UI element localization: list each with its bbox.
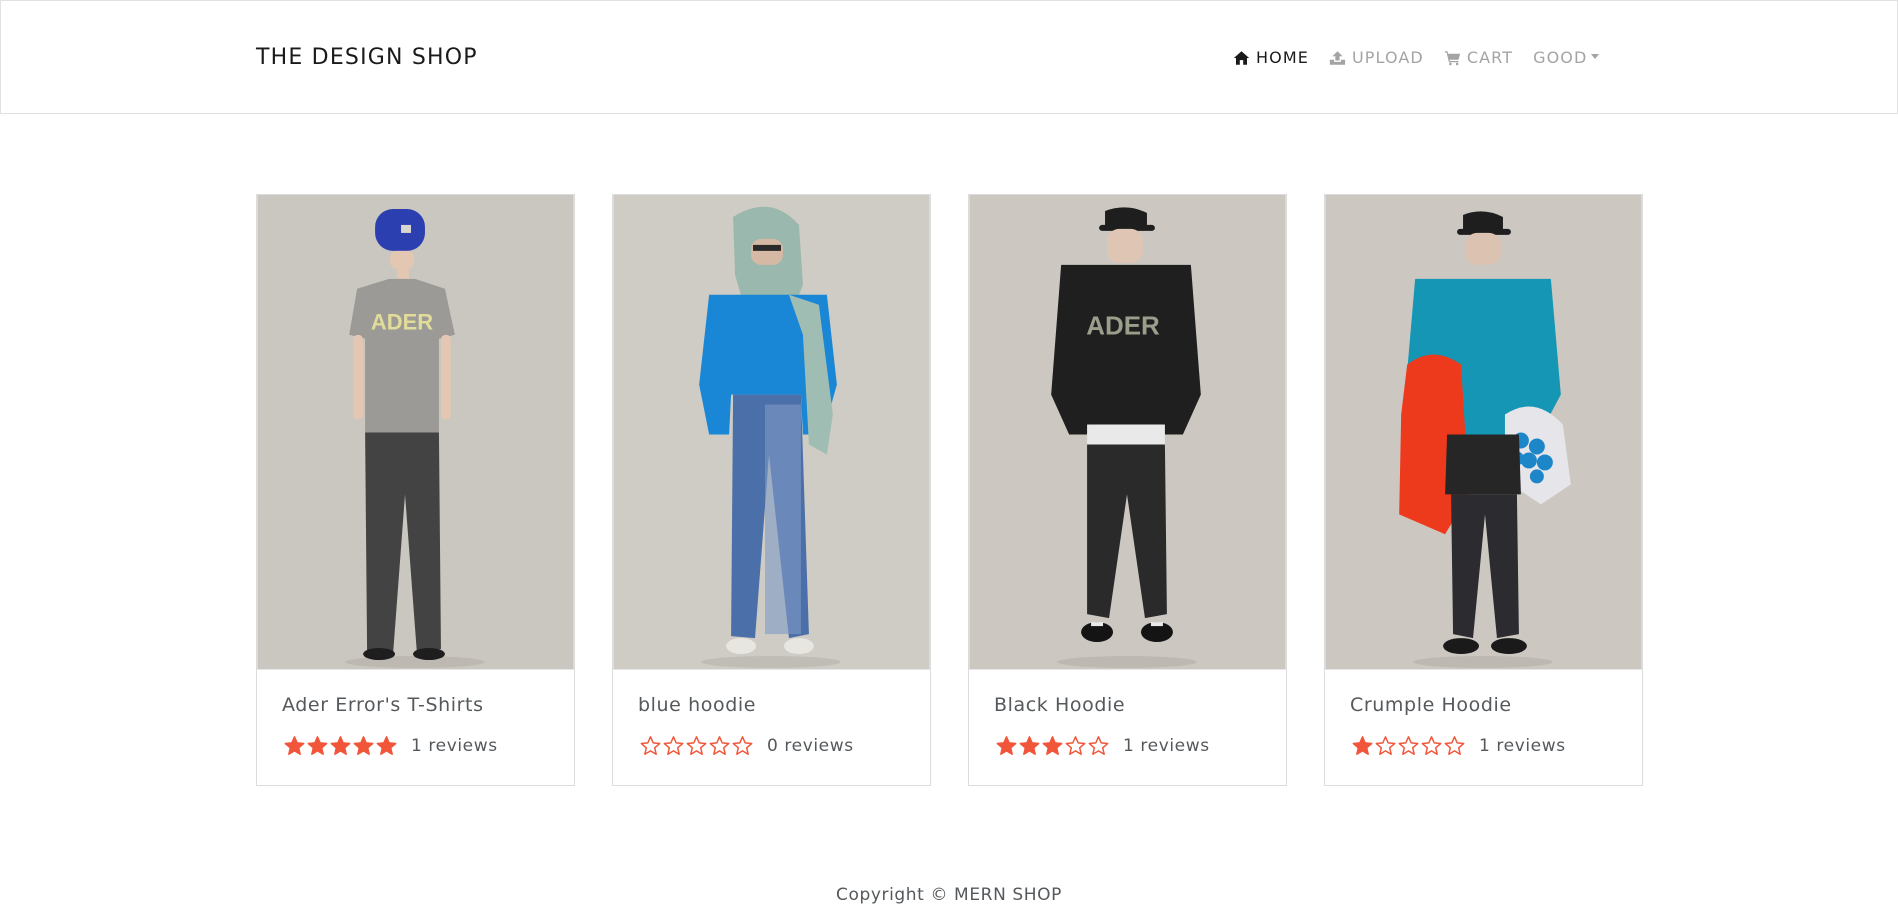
review-count: 1 reviews [1479,736,1566,756]
product-grid: ADER Ader Error's T-Shirts 1 reviews blu… [256,194,1643,786]
review-count: 0 reviews [767,736,854,756]
upload-icon [1329,50,1346,65]
star-empty-icon [1421,736,1442,755]
review-count: 1 reviews [1123,736,1210,756]
product-title-link[interactable]: blue hoodie [638,694,756,716]
home-icon [1233,50,1250,65]
star-filled-icon [353,736,374,755]
product-image-crumple-hoodie[interactable] [1325,195,1642,670]
star-rating [283,735,398,757]
caret-down-icon [1591,53,1600,59]
star-empty-icon [709,736,730,755]
star-empty-icon [686,736,707,755]
user-dropdown-label: GOOD [1533,48,1588,67]
product-image-tshirt[interactable]: ADER [257,195,574,670]
star-empty-icon [1398,736,1419,755]
product-image-blue-hoodie[interactable] [613,195,930,670]
star-empty-icon [732,736,753,755]
product-title-link[interactable]: Crumple Hoodie [1350,694,1512,716]
star-filled-icon [284,736,305,755]
product-card: Crumple Hoodie 1 reviews [1324,194,1643,786]
star-filled-icon [996,736,1017,755]
product-title-link[interactable]: Black Hoodie [994,694,1125,716]
star-filled-icon [1019,736,1040,755]
star-rating [639,735,754,757]
main-nav: HOME UPLOAD CART GOOD [1233,48,1619,67]
nav-upload-link[interactable]: UPLOAD [1329,48,1424,67]
star-filled-icon [307,736,328,755]
product-card: ADER Black Hoodie 1 reviews [968,194,1287,786]
nav-upload-label: UPLOAD [1351,48,1424,67]
brand-logo-link[interactable]: THE DESIGN SHOP [256,45,478,70]
review-count: 1 reviews [411,736,498,756]
star-empty-icon [1444,736,1465,755]
nav-home-link[interactable]: HOME [1233,48,1309,67]
star-rating [995,735,1110,757]
star-filled-icon [1352,736,1373,755]
nav-cart-label: CART [1466,48,1514,67]
footer-copyright: Copyright © MERN SHOP [835,885,1063,905]
product-rating: 0 reviews [639,735,854,757]
star-filled-icon [376,736,397,755]
product-image-black-hoodie[interactable]: ADER [969,195,1286,670]
product-rating: 1 reviews [995,735,1210,757]
product-card: blue hoodie 0 reviews [612,194,931,786]
nav-cart-link[interactable]: CART [1444,48,1513,67]
star-empty-icon [1088,736,1109,755]
navbar: THE DESIGN SHOP HOME UPLOAD CART GOOD [0,0,1898,114]
svg-text:ADER: ADER [371,310,433,335]
cart-icon [1444,50,1460,65]
svg-text:ADER: ADER [1086,313,1160,341]
star-empty-icon [640,736,661,755]
star-empty-icon [663,736,684,755]
star-filled-icon [330,736,351,755]
star-empty-icon [1065,736,1086,755]
star-filled-icon [1042,736,1063,755]
user-dropdown-toggle[interactable]: GOOD [1533,48,1600,67]
product-card: ADER Ader Error's T-Shirts 1 reviews [256,194,575,786]
product-rating: 1 reviews [1351,735,1566,757]
product-rating: 1 reviews [283,735,498,757]
product-title-link[interactable]: Ader Error's T-Shirts [282,694,484,716]
star-empty-icon [1375,736,1396,755]
star-rating [1351,735,1466,757]
nav-home-label: HOME [1256,48,1309,67]
